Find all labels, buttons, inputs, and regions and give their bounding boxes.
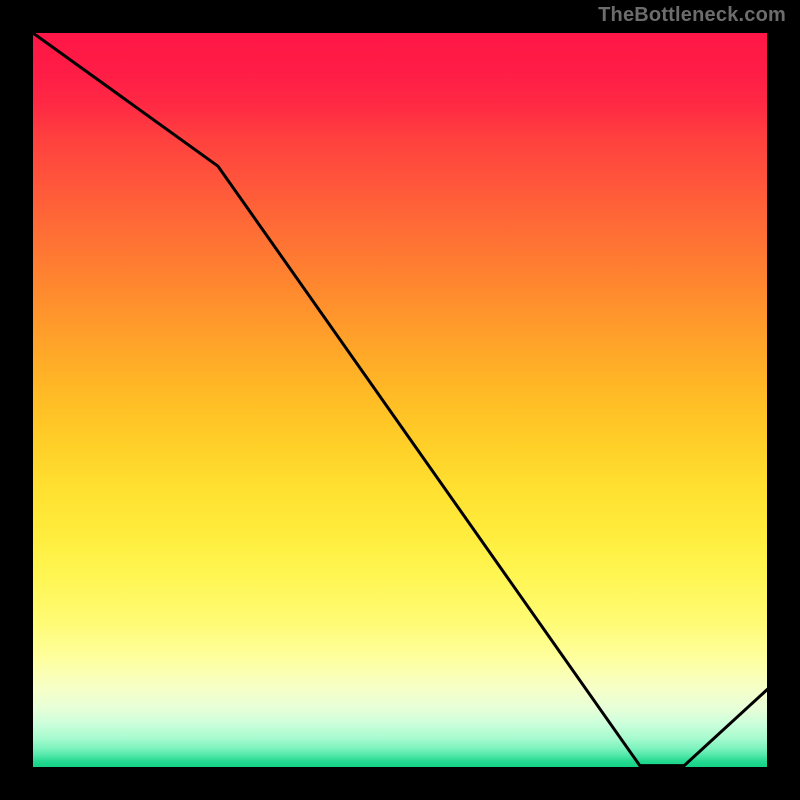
chart-container: TheBottleneck.com xyxy=(0,0,800,800)
plot-area xyxy=(30,30,770,770)
watermark-text: TheBottleneck.com xyxy=(598,4,786,27)
data-curve xyxy=(33,33,770,770)
